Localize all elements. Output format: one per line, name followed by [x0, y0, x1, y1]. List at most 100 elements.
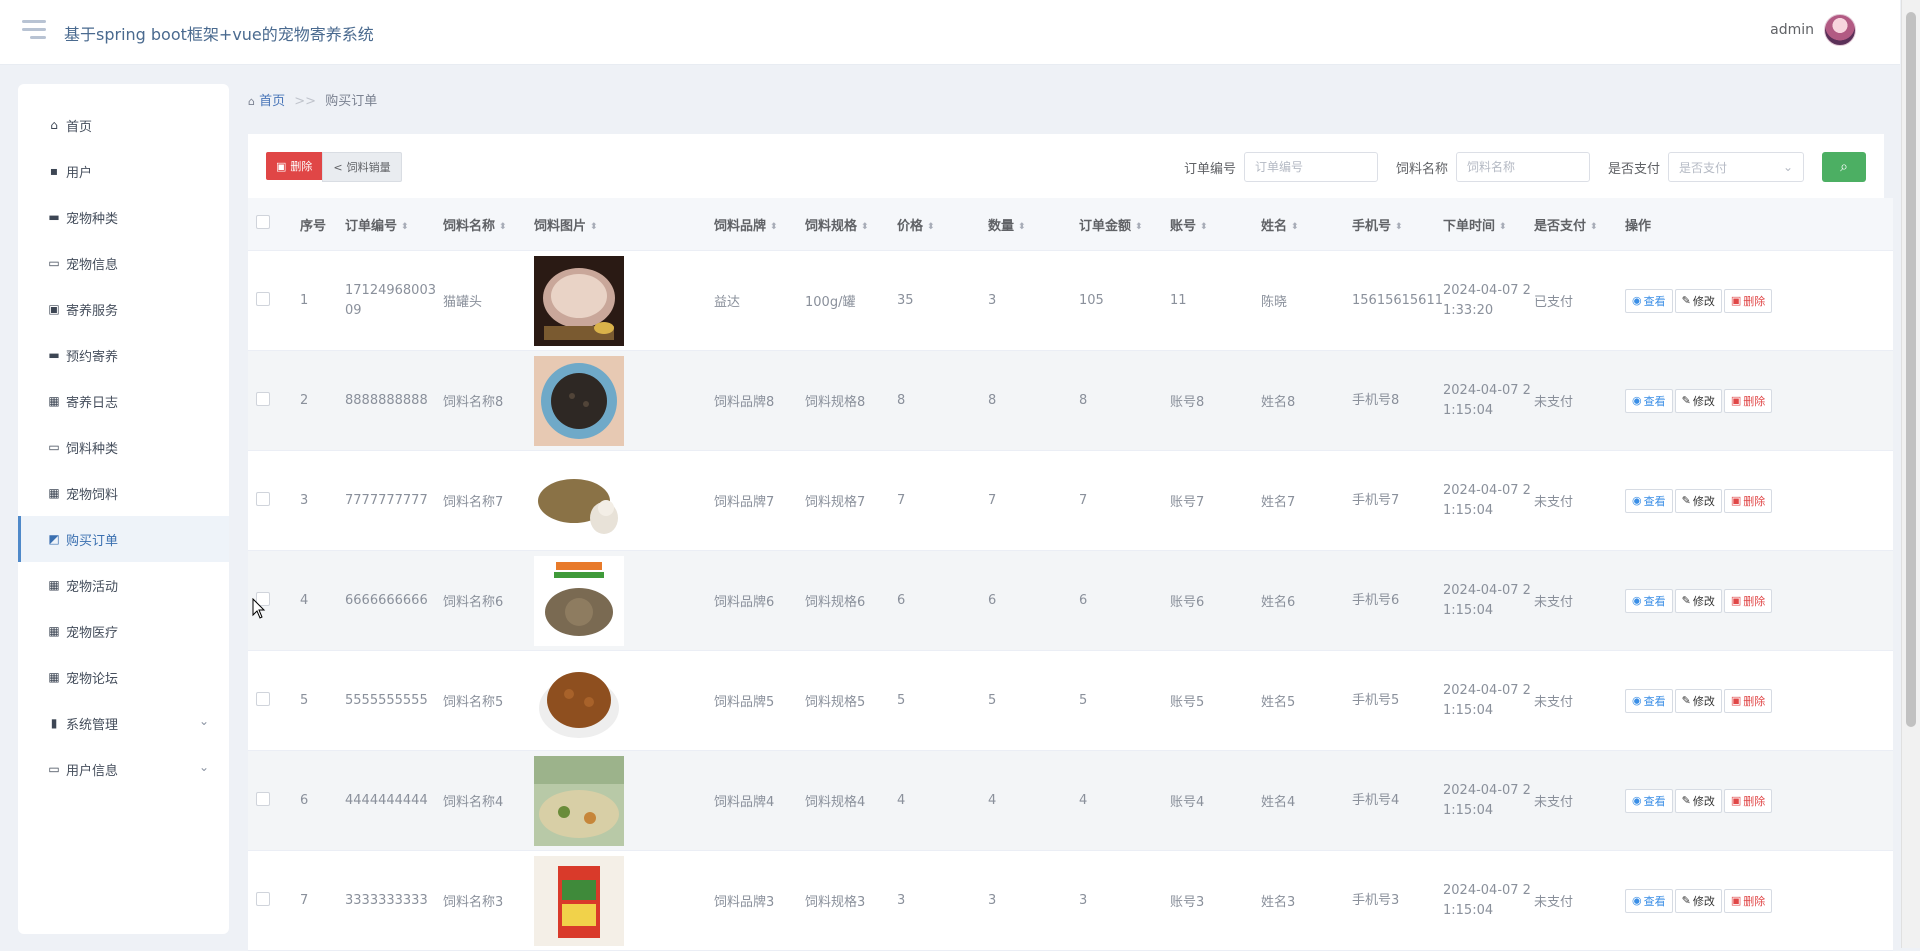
- sidebar-item[interactable]: ▦ 宠物饲料: [18, 470, 229, 516]
- scrollbar-thumb[interactable]: [1906, 12, 1916, 727]
- table-row[interactable]: 1 1712496800309 猫罐头 益达 100g/罐 35 3 105 11 陈晓 15615…: [248, 250, 1893, 351]
- sidebar-item[interactable]: ▦ 寄养日志: [18, 378, 229, 424]
- sidebar-item[interactable]: ⌂ 首页: [18, 102, 229, 148]
- sidebar-item-label: 饲料种类: [66, 441, 119, 457]
- page-scrollbar[interactable]: [1901, 0, 1920, 948]
- breadcrumb-home[interactable]: 首页: [259, 94, 285, 109]
- column-header[interactable]: 账号 ⬍: [1170, 198, 1261, 251]
- row-checkbox[interactable]: [256, 291, 270, 306]
- row-checkbox[interactable]: [256, 691, 270, 706]
- delete-button[interactable]: ▣ 删除: [1723, 888, 1773, 913]
- sort-icon[interactable]: ⬍: [1291, 222, 1299, 232]
- sort-icon[interactable]: ⬍: [927, 222, 935, 232]
- select-all-checkbox[interactable]: [256, 215, 270, 229]
- column-header[interactable]: 手机号 ⬍: [1352, 198, 1443, 251]
- price-cell: 35: [897, 250, 988, 351]
- column-header[interactable]: 是否支付 ⬍: [1534, 198, 1625, 251]
- spec-cell: 饲料规格5: [805, 650, 897, 751]
- amount-cell: 3: [1079, 850, 1170, 951]
- sort-icon[interactable]: ⬍: [1590, 222, 1598, 232]
- sort-icon[interactable]: ⬍: [1395, 222, 1403, 232]
- sidebar-item[interactable]: ▬ 宠物种类: [18, 194, 229, 240]
- sidebar-item[interactable]: ▭ 用户信息 ⌄: [18, 746, 229, 792]
- column-header[interactable]: 下单时间 ⬍: [1443, 198, 1534, 251]
- sidebar-item[interactable]: ▬ 预约寄养: [18, 332, 229, 378]
- edit-button[interactable]: ✎ 修改: [1674, 288, 1722, 313]
- delete-button[interactable]: ▣ 删除: [1723, 288, 1773, 313]
- view-button[interactable]: ◉ 查看: [1625, 488, 1673, 513]
- sidebar-item[interactable]: ▪ 用户: [18, 148, 229, 194]
- delete-button[interactable]: ▣ 删除: [1723, 788, 1773, 813]
- edit-button[interactable]: ✎ 修改: [1674, 788, 1722, 813]
- name-cell: 饲料名称7: [443, 450, 534, 551]
- view-button[interactable]: ◉ 查看: [1625, 388, 1673, 413]
- idx-cell: 6: [300, 750, 345, 851]
- sidebar-item[interactable]: ▭ 饲料种类: [18, 424, 229, 470]
- trash-icon: ▣: [1730, 894, 1742, 907]
- sidebar-item[interactable]: ▮ 系统管理 ⌄: [18, 700, 229, 746]
- sort-icon[interactable]: ⬍: [1018, 222, 1026, 232]
- edit-button[interactable]: ✎ 修改: [1674, 888, 1722, 913]
- delete-button[interactable]: ▣ 删除: [1723, 488, 1773, 513]
- user-name[interactable]: admin: [1770, 22, 1814, 38]
- sort-icon[interactable]: ⬍: [1135, 222, 1143, 232]
- delete-button[interactable]: ▣ 删除: [1723, 688, 1773, 713]
- column-header[interactable]: 饲料规格 ⬍: [805, 198, 897, 251]
- table-row[interactable]: 2 8888888888 饲料名称8 饲料品牌8 饲料规格8 8 8 8 账号8 姓名8 手机号8 2…: [248, 350, 1893, 451]
- edit-button[interactable]: ✎ 修改: [1674, 588, 1722, 613]
- table-row[interactable]: 3 7777777777 饲料名称7 饲料品牌7 饲料规格7 7 7 7 账号7 姓名7 手机号7 2…: [248, 450, 1893, 551]
- view-button[interactable]: ◉ 查看: [1625, 588, 1673, 613]
- view-button[interactable]: ◉ 查看: [1625, 688, 1673, 713]
- row-checkbox[interactable]: [256, 791, 270, 806]
- view-button[interactable]: ◉ 查看: [1625, 788, 1673, 813]
- batch-delete-button[interactable]: ▣ 删除: [266, 152, 323, 180]
- sort-icon[interactable]: ⬍: [590, 222, 598, 232]
- column-header[interactable]: 数量 ⬍: [988, 198, 1079, 251]
- idx-cell: 3: [300, 450, 345, 551]
- sidebar-item[interactable]: ▦ 宠物论坛: [18, 654, 229, 700]
- sidebar-item[interactable]: ▦ 宠物活动: [18, 562, 229, 608]
- sidebar-item[interactable]: ◩ 购买订单: [18, 516, 229, 562]
- row-checkbox[interactable]: [256, 391, 270, 406]
- table-row[interactable]: 5 5555555555 饲料名称5 饲料品牌5 饲料规格5 5 5 5 账号5 姓名5 手机号5 2…: [248, 650, 1893, 751]
- sort-icon[interactable]: ⬍: [1200, 222, 1208, 232]
- table-row[interactable]: 4 6666666666 饲料名称6 饲料品牌6 饲料规格6 6 6 6 账号6 姓名6 手机号6 2…: [248, 550, 1893, 651]
- feed-name-input[interactable]: [1455, 152, 1590, 182]
- delete-button[interactable]: ▣ 删除: [1723, 588, 1773, 613]
- row-checkbox[interactable]: [256, 491, 270, 506]
- feed-sales-button[interactable]: < 饲料销量: [322, 152, 402, 182]
- sort-icon[interactable]: ⬍: [770, 222, 778, 232]
- column-header[interactable]: 订单编号 ⬍: [345, 198, 443, 251]
- column-header[interactable]: 价格 ⬍: [897, 198, 988, 251]
- sidebar-item[interactable]: ▣ 寄养服务: [18, 286, 229, 332]
- row-checkbox[interactable]: [256, 891, 270, 906]
- delete-button[interactable]: ▣ 删除: [1723, 388, 1773, 413]
- column-header[interactable]: 姓名 ⬍: [1261, 198, 1352, 251]
- paid-select[interactable]: 是否支付 ⌄: [1668, 152, 1804, 182]
- home-icon: ⌂: [50, 118, 58, 132]
- sort-icon[interactable]: ⬍: [401, 222, 409, 232]
- table-row[interactable]: 6 4444444444 饲料名称4 饲料品牌4 饲料规格4 4 4 4 账号4 姓名4 手机号4 2…: [248, 750, 1893, 851]
- edit-button[interactable]: ✎ 修改: [1674, 488, 1722, 513]
- sidebar-item[interactable]: ▦ 宠物医疗: [18, 608, 229, 654]
- sort-icon[interactable]: ⬍: [1499, 222, 1507, 232]
- view-button[interactable]: ◉ 查看: [1625, 288, 1673, 313]
- edit-button[interactable]: ✎ 修改: [1674, 688, 1722, 713]
- view-button[interactable]: ◉ 查看: [1625, 888, 1673, 913]
- sidebar-item[interactable]: ▭ 宠物信息: [18, 240, 229, 286]
- menu-toggle-icon[interactable]: [22, 20, 46, 42]
- column-header[interactable]: 饲料图片 ⬍: [534, 198, 714, 251]
- edit-button[interactable]: ✎ 修改: [1674, 388, 1722, 413]
- user-menu[interactable]: admin: [1770, 14, 1856, 46]
- column-header[interactable]: 饲料名称 ⬍: [443, 198, 534, 251]
- sort-icon[interactable]: ⬍: [499, 222, 507, 232]
- search-button[interactable]: ⌕: [1822, 152, 1866, 182]
- table-row[interactable]: 7 3333333333 饲料名称3 饲料品牌3 饲料规格3 3 3 3 账号3 姓名3 手机号3 2…: [248, 850, 1893, 951]
- column-header[interactable]: 订单金额 ⬍: [1079, 198, 1170, 251]
- feed-sales-label: 饲料销量: [346, 161, 391, 174]
- column-header[interactable]: 饲料品牌 ⬍: [714, 198, 805, 251]
- avatar[interactable]: [1824, 14, 1856, 46]
- paid-cell: 未支付: [1534, 450, 1625, 551]
- sort-icon[interactable]: ⬍: [861, 222, 869, 232]
- order-no-input[interactable]: [1243, 152, 1378, 182]
